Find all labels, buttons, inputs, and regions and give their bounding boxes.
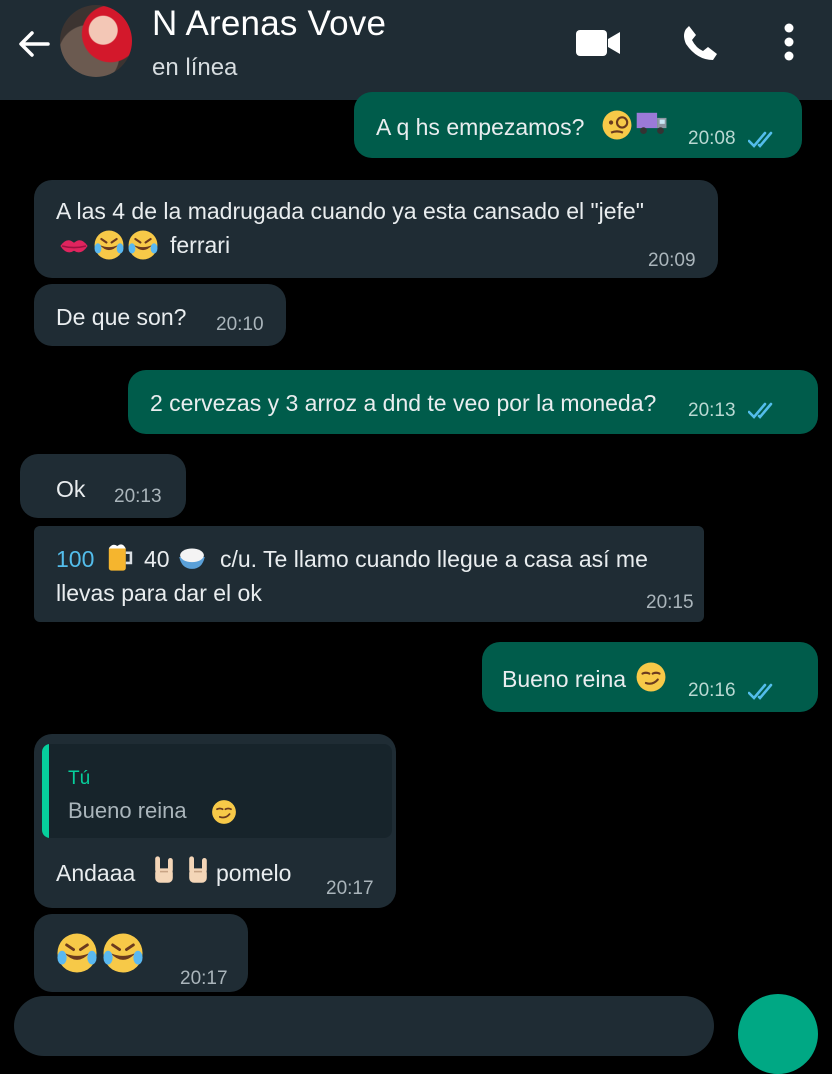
message-text: llevas para dar el ok bbox=[56, 580, 262, 606]
message-time: 20:17 bbox=[326, 878, 374, 899]
message-time: 20:13 bbox=[114, 486, 162, 507]
message-time: 20:09 bbox=[648, 250, 696, 271]
beer-mug-emoji bbox=[102, 538, 136, 576]
message-time: 20:15 bbox=[646, 592, 694, 613]
message-bubble-incoming[interactable]: 20:17 bbox=[34, 914, 248, 992]
message-text: Ok bbox=[56, 476, 86, 502]
kiss-mark-emoji bbox=[56, 230, 92, 262]
smirking-face-emoji bbox=[634, 660, 668, 694]
message-text: Bueno reina bbox=[502, 666, 627, 692]
chat-header: N Arenas Vove en línea bbox=[0, 0, 832, 100]
message-time: 20:13 bbox=[688, 400, 736, 421]
message-bubble-incoming[interactable]: 100 40 c/u. Te llamo cuando llegue a cas… bbox=[34, 526, 704, 622]
cooked-rice-emoji bbox=[174, 540, 210, 574]
rolling-on-floor-laughing-emoji bbox=[100, 930, 146, 976]
message-text: A q hs empezamos? bbox=[376, 114, 585, 140]
message-text: c/u. Te llamo cuando llegue a casa así m… bbox=[220, 546, 648, 572]
microphone-icon[interactable] bbox=[738, 994, 818, 1074]
phone-number-link[interactable]: 100 bbox=[56, 546, 94, 573]
message-text: A las 4 de la madrugada cuando ya esta c… bbox=[56, 198, 644, 224]
more-options-icon[interactable] bbox=[782, 22, 796, 62]
message-text: 2 cervezas y 3 arroz a dnd te veo por la… bbox=[150, 390, 657, 416]
read-ticks-icon bbox=[748, 131, 782, 149]
sign-of-the-horns-emoji bbox=[182, 852, 214, 888]
phone-icon[interactable] bbox=[680, 24, 718, 62]
message-bubble-outgoing[interactable]: Bueno reina 20:16 bbox=[482, 642, 818, 712]
rolling-on-floor-laughing-emoji bbox=[126, 228, 160, 262]
rolling-on-floor-laughing-emoji bbox=[92, 228, 126, 262]
rolling-on-floor-laughing-emoji bbox=[54, 930, 100, 976]
message-bubble-incoming[interactable]: De que son? 20:10 bbox=[34, 284, 286, 346]
contact-status: en línea bbox=[152, 54, 238, 81]
message-text-tail: ferrari bbox=[170, 232, 231, 258]
message-text: 40 bbox=[144, 546, 170, 572]
message-bubble-incoming[interactable]: Tú Bueno reina Andaaa pomelo 20:17 bbox=[34, 734, 396, 908]
contact-avatar[interactable] bbox=[60, 5, 132, 77]
message-bubble-outgoing[interactable]: 2 cervezas y 3 arroz a dnd te veo por la… bbox=[128, 370, 818, 434]
video-call-icon[interactable] bbox=[575, 28, 621, 58]
read-ticks-icon bbox=[748, 683, 782, 701]
back-arrow-icon[interactable] bbox=[14, 24, 54, 64]
delivery-truck-emoji bbox=[634, 106, 670, 140]
smirking-face-emoji bbox=[210, 798, 238, 826]
message-input[interactable] bbox=[14, 996, 714, 1056]
message-text: pomelo bbox=[216, 860, 292, 886]
contact-name[interactable]: N Arenas Vove bbox=[152, 4, 386, 44]
message-text: Andaaa bbox=[56, 860, 136, 886]
quote-text: Bueno reina bbox=[68, 798, 187, 823]
message-time: 20:16 bbox=[688, 680, 736, 701]
quote-accent-bar bbox=[42, 744, 49, 838]
message-bubble-incoming[interactable]: Ok 20:13 bbox=[20, 454, 186, 518]
face-with-monocle-emoji bbox=[600, 108, 634, 142]
message-time: 20:08 bbox=[688, 128, 736, 149]
sign-of-the-horns-emoji bbox=[148, 852, 180, 888]
message-text: De que son? bbox=[56, 304, 187, 330]
quote-author: Tú bbox=[68, 768, 91, 789]
message-bubble-incoming[interactable]: A las 4 de la madrugada cuando ya esta c… bbox=[34, 180, 718, 278]
message-time: 20:10 bbox=[216, 314, 264, 335]
message-time: 20:17 bbox=[180, 968, 228, 989]
quoted-message[interactable]: Tú Bueno reina bbox=[42, 744, 392, 838]
read-ticks-icon bbox=[748, 402, 782, 420]
message-bubble-outgoing[interactable]: A q hs empezamos? 20:08 bbox=[354, 92, 802, 158]
